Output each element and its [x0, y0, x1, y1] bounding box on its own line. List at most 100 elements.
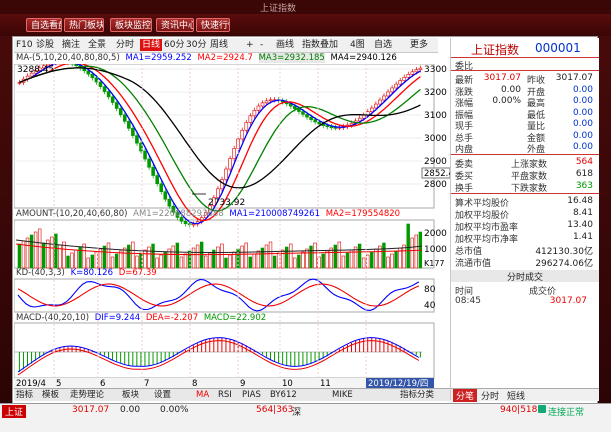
- candle-body: [265, 101, 268, 103]
- last-price-tag: 2852.41: [424, 169, 450, 179]
- ma2-label: MA2=2924.7: [197, 53, 252, 63]
- tab-indicator-category[interactable]: 指标分类: [400, 389, 434, 401]
- tab-tick[interactable]: 分笔: [453, 389, 477, 402]
- status-market-label[interactable]: 上证: [2, 405, 26, 418]
- candle-body: [387, 92, 390, 96]
- menu-sector-monitor-button[interactable]: 板块监控: [110, 18, 152, 32]
- date-label-10: 10: [282, 379, 293, 388]
- amount-bar: [415, 235, 418, 268]
- stats-label-5: 流通市值: [455, 256, 491, 269]
- stock-code: 000001: [535, 41, 581, 55]
- amount-bar: [342, 256, 345, 268]
- candle-body: [107, 92, 110, 97]
- macd-dea-label: DEA=-2.207: [146, 313, 198, 323]
- amount-bar: [95, 252, 98, 268]
- amount-bar: [366, 255, 369, 268]
- candle-body: [229, 159, 232, 169]
- candle-body: [399, 81, 402, 85]
- tab-indicator[interactable]: 指标: [16, 389, 33, 401]
- amount-bar: [318, 257, 321, 268]
- amount-legend-prefix: AMOUNT-(10,20,40,60,80): [16, 209, 127, 219]
- status-bar: 上证 3017.07 0.00 0.00% 564|363 深 940|518 …: [0, 403, 611, 432]
- menu-hot-sector-button[interactable]: 热门板块: [64, 18, 104, 32]
- date-label-2019-4: 2019/4: [16, 379, 46, 388]
- candle-body: [103, 87, 106, 92]
- tab-pias[interactable]: PIAS: [242, 389, 261, 401]
- stats-value-2: 13.40: [521, 220, 593, 230]
- price-tick-2900: 2900: [424, 157, 447, 167]
- quote-tab-bar: 分笔 分时 短线: [451, 388, 599, 401]
- toolbar-zoom-in-button[interactable]: +: [246, 39, 254, 51]
- amount-bar: [91, 255, 94, 268]
- toolbar-draw-button[interactable]: 画线: [276, 39, 294, 51]
- quote-divider: [451, 193, 599, 194]
- tab-ma[interactable]: MA: [196, 389, 209, 401]
- tab-template[interactable]: 模板: [42, 389, 59, 401]
- amount-bar: [30, 235, 33, 268]
- kd-d-label: D=67.39: [119, 268, 157, 278]
- toolbar-overlay-button[interactable]: 指数叠加: [302, 39, 338, 51]
- amount-bar: [302, 252, 305, 268]
- connection-icon: [538, 405, 546, 413]
- status-pct: 0.00%: [160, 405, 189, 415]
- candle-body: [257, 106, 260, 110]
- toolbar-panorama-button[interactable]: 全景: [88, 39, 106, 51]
- ma-legend-prefix: MA-(5,10,20,40,80,80,5): [16, 53, 120, 63]
- tab-mike[interactable]: MIKE: [332, 389, 353, 401]
- toolbar-more-button[interactable]: 更多: [410, 39, 428, 51]
- amount-bar: [160, 255, 163, 268]
- candle-body: [225, 169, 228, 179]
- tab-rsi[interactable]: RSI: [218, 389, 232, 401]
- amount-bar: [135, 256, 138, 268]
- tab-sector[interactable]: 板块: [122, 389, 139, 401]
- menu-bar: 自选看盘 热门板块 板块监控 资讯中心 快速行情: [0, 14, 611, 36]
- status-index-value: 3017.07: [72, 405, 109, 415]
- amount-bar: [225, 258, 228, 268]
- toolbar-watchlist-button[interactable]: 自选: [374, 39, 392, 51]
- toolbar-30min-button[interactable]: 30分: [186, 39, 206, 51]
- candle-body: [374, 104, 377, 108]
- low-price-label: 2733.92: [208, 198, 245, 208]
- stats-value-3: 1.41: [521, 232, 593, 242]
- candle-body: [184, 221, 187, 223]
- amount-ma2-label: MA2=179554820: [326, 209, 400, 219]
- amount-bar: [184, 254, 187, 268]
- tab-by612[interactable]: BY612: [270, 389, 297, 401]
- amount-bar: [407, 224, 410, 268]
- menu-watchlist-button[interactable]: 自选看盘: [26, 18, 62, 32]
- tab-settings[interactable]: 设置: [154, 389, 171, 401]
- amount-bar: [216, 247, 219, 268]
- menu-quick-quote-button[interactable]: 快速行情: [196, 18, 230, 32]
- macd-dif-label: DIF=9.244: [95, 313, 140, 323]
- amount-bar: [204, 256, 207, 268]
- candle-body: [135, 136, 138, 144]
- amount-bar: [196, 245, 199, 268]
- tab-shortline[interactable]: 短线: [507, 389, 525, 402]
- toolbar-weekly-button[interactable]: 周线: [210, 39, 228, 51]
- date-label-8: 8: [192, 379, 197, 388]
- kd-tick-80: 80: [424, 285, 436, 295]
- amount-bar: [156, 258, 159, 268]
- tab-minute[interactable]: 分时: [481, 389, 499, 402]
- amount-bar: [387, 257, 390, 268]
- menu-news-button[interactable]: 资讯中心: [156, 18, 194, 32]
- toolbar-diagnose-button[interactable]: 诊股: [36, 39, 54, 51]
- toolbar-60min-button[interactable]: 60分: [164, 39, 184, 51]
- toolbar-notes-button[interactable]: 摘注: [62, 39, 80, 51]
- status-szse-label[interactable]: 深: [292, 405, 301, 418]
- toolbar-4chart-button[interactable]: 4图: [350, 39, 365, 51]
- kline-chart-area[interactable]: 3300 3200 3100 3000 2900 2800 2852.41 32…: [14, 64, 450, 388]
- amount-bar: [67, 256, 70, 268]
- candle-body: [148, 159, 151, 167]
- amount-bar: [358, 244, 361, 268]
- candle-body: [310, 117, 313, 120]
- toolbar-zoom-out-button[interactable]: -: [260, 39, 263, 51]
- amount-bar: [176, 243, 179, 268]
- amount-bar: [172, 246, 175, 268]
- f10-button[interactable]: F10: [16, 39, 33, 51]
- amount-bar: [273, 256, 276, 268]
- toolbar-daily-button[interactable]: 日线: [140, 39, 162, 51]
- amount-bar: [297, 255, 300, 268]
- tab-trend-theory[interactable]: 走势理论: [70, 389, 104, 401]
- toolbar-intraday-button[interactable]: 分时: [116, 39, 134, 51]
